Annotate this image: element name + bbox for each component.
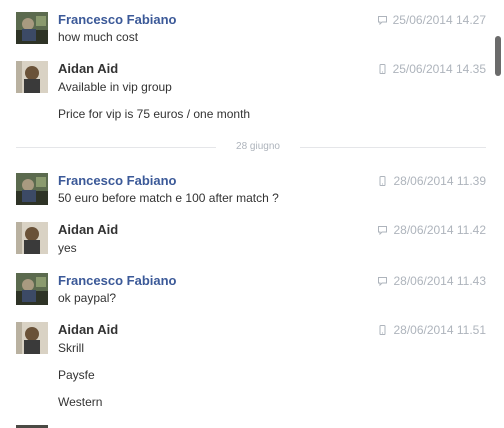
avatar-francesco-fabiano[interactable] <box>16 273 48 305</box>
avatar-aidan-aid[interactable] <box>16 61 48 93</box>
timestamp: 28/06/2014 11.51 <box>393 323 486 337</box>
message-meta: 28/06/2014 11.39 <box>378 173 486 189</box>
avatar-aidan-aid[interactable] <box>16 322 48 354</box>
message-text: Western <box>58 395 103 409</box>
message-text: Skrill <box>58 341 84 355</box>
timestamp: 28/06/2014 11.39 <box>393 174 486 188</box>
divider-line <box>300 147 486 148</box>
scrollbar-thumb[interactable] <box>495 36 501 76</box>
message-text: how much cost <box>58 30 139 44</box>
message-meta: 28/06/2014 11.43 <box>378 273 486 289</box>
sender-name[interactable]: Francesco Fabiano <box>58 273 176 289</box>
message-text: Available in vip group <box>58 80 172 94</box>
message-meta: 25/06/2014 14.27 <box>377 12 486 28</box>
chat-bubble-icon <box>378 276 388 286</box>
message-meta: 25/06/2014 14.35 <box>378 61 486 77</box>
timestamp: 28/06/2014 11.42 <box>393 223 486 237</box>
message-thread: Francesco Fabiano 25/06/2014 14.27 how m… <box>0 0 486 428</box>
message-text: 50 euro before match e 100 after match ? <box>58 191 279 205</box>
sender-name[interactable]: Aidan Aid <box>58 222 118 238</box>
mobile-phone-icon <box>378 176 387 186</box>
timestamp: 28/06/2014 11.43 <box>393 274 486 288</box>
message-meta: 28/06/2014 11.42 <box>378 222 486 238</box>
date-divider-label: 28 giugno <box>236 141 280 152</box>
avatar-francesco-fabiano[interactable] <box>16 12 48 44</box>
message-text: Paysfe <box>58 368 95 382</box>
sender-name[interactable]: Francesco Fabiano <box>58 12 176 28</box>
sender-name[interactable]: Aidan Aid <box>58 61 118 77</box>
message-text: ok paypal? <box>58 291 117 305</box>
message-text: yes <box>58 241 77 255</box>
avatar-francesco-fabiano[interactable] <box>16 173 48 205</box>
avatar-aidan-aid[interactable] <box>16 222 48 254</box>
mobile-phone-icon <box>378 64 387 74</box>
divider-line <box>16 147 216 148</box>
sender-name[interactable]: Francesco Fabiano <box>58 173 176 189</box>
message-text: Price for vip is 75 euros / one month <box>58 107 251 121</box>
timestamp: 25/06/2014 14.35 <box>392 62 486 76</box>
message-meta: 28/06/2014 11.51 <box>378 322 486 338</box>
sender-name[interactable]: Aidan Aid <box>58 322 118 338</box>
chat-bubble-icon <box>378 225 388 235</box>
mobile-phone-icon <box>378 325 387 335</box>
timestamp: 25/06/2014 14.27 <box>392 13 486 27</box>
date-divider: 28 giugno <box>16 139 486 155</box>
chat-bubble-icon <box>377 15 387 25</box>
